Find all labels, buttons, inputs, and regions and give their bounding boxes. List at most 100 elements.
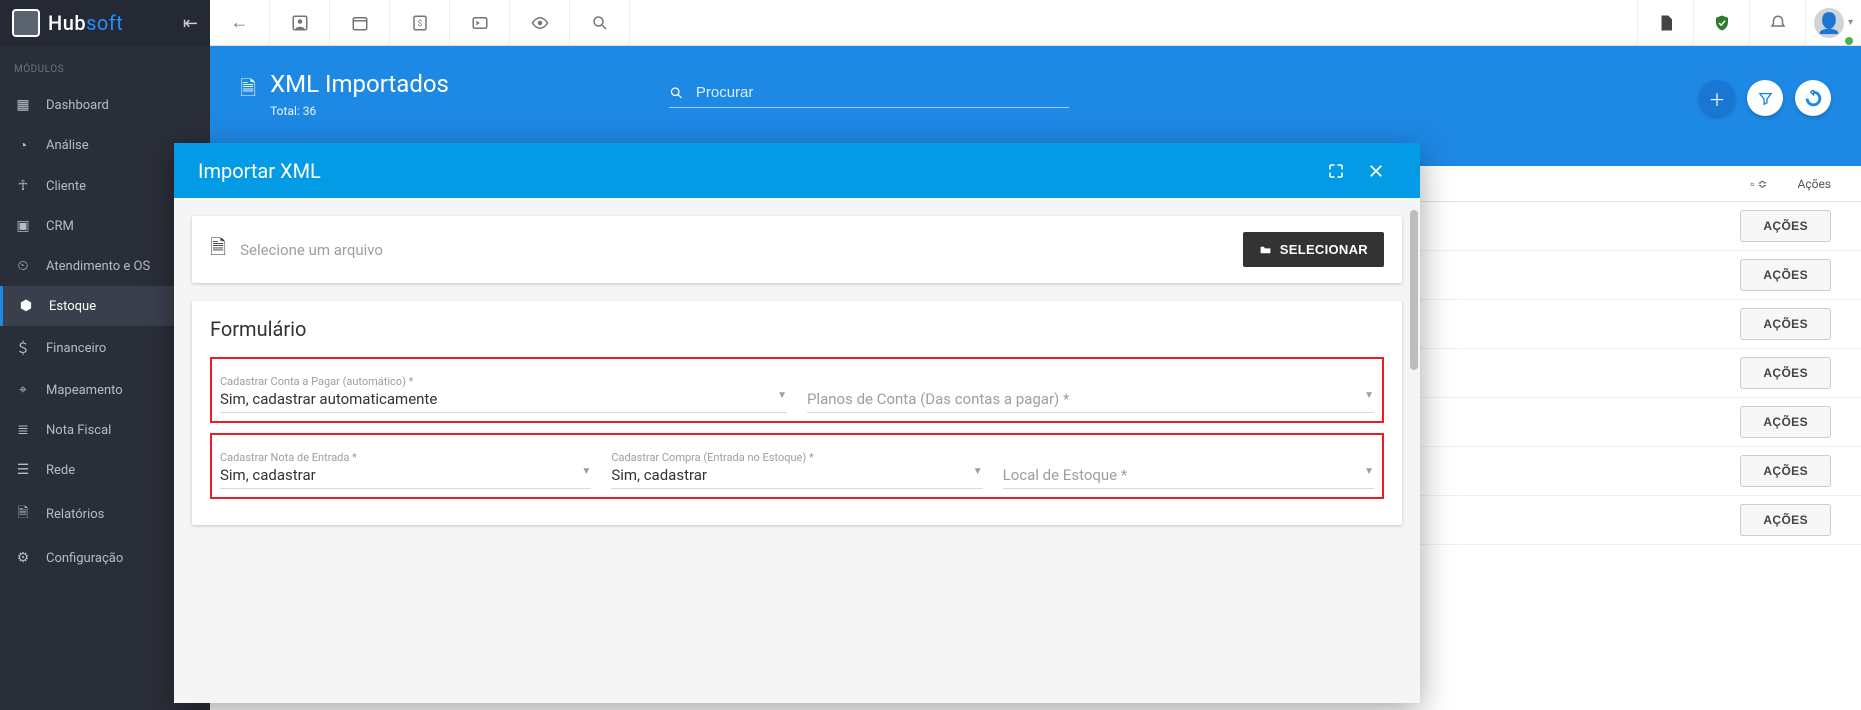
page-subtitle: Total: 36	[270, 104, 449, 118]
field-planos-de-conta[interactable]: Planos de Conta (Das contas a pagar) * ▼	[807, 365, 1374, 413]
row-actions-button[interactable]: AÇÕES	[1740, 259, 1831, 291]
form-group-contas: Cadastrar Conta a Pagar (automático) * S…	[210, 357, 1384, 423]
refresh-icon	[1805, 90, 1822, 107]
collapse-sidebar-icon[interactable]: ⇤	[183, 13, 198, 34]
chevron-down-icon: ▼	[1364, 466, 1374, 484]
sidebar-item-dashboard[interactable]: ▦ Dashboard	[0, 85, 210, 125]
chevron-down-icon: ▼	[777, 390, 787, 408]
clock-icon: ⏲	[14, 258, 32, 274]
search-button[interactable]	[570, 0, 630, 45]
logo-icon	[12, 9, 40, 37]
top-header: ← $ 👤 ▾	[210, 0, 1861, 46]
field-label: Cadastrar Conta a Pagar (automático) *	[220, 375, 787, 388]
field-local-estoque[interactable]: Local de Estoque * ▼	[1003, 441, 1374, 489]
logo-bar: Hubsoft ⇤	[0, 0, 210, 46]
col-sort-hint[interactable]: ▫ ≎	[1750, 177, 1767, 191]
field-value: Sim, cadastrar ▼	[220, 466, 591, 484]
close-icon	[1367, 162, 1385, 180]
map-pin-icon: ⌖	[14, 382, 32, 398]
modules-label: MÓDULOS	[0, 46, 210, 85]
chevron-down-icon: ▼	[1364, 390, 1374, 408]
calendar-button[interactable]	[330, 0, 390, 45]
money-icon: ＄	[14, 338, 32, 358]
row-actions-button[interactable]: AÇÕES	[1740, 210, 1831, 242]
sidebar-item-label: Relatórios	[46, 507, 104, 522]
close-button[interactable]	[1356, 160, 1396, 181]
field-placeholder: Local de Estoque * ▼	[1003, 466, 1374, 484]
bell-icon	[1769, 14, 1787, 32]
calendar-icon	[351, 14, 369, 32]
search-icon	[669, 85, 684, 101]
folder-open-icon	[1259, 243, 1272, 256]
col-actions: Ações	[1797, 177, 1831, 191]
user-menu[interactable]: 👤 ▾	[1805, 0, 1861, 45]
field-cadastrar-conta[interactable]: Cadastrar Conta a Pagar (automático) * S…	[220, 365, 787, 413]
field-compra-estoque[interactable]: Cadastrar Compra (Entrada no Estoque) * …	[611, 441, 982, 489]
row-actions-button[interactable]: AÇÕES	[1740, 455, 1831, 487]
field-label: Cadastrar Nota de Entrada *	[220, 451, 591, 464]
notifications-button[interactable]	[1749, 0, 1805, 45]
billing-button[interactable]: $	[390, 0, 450, 45]
visibility-button[interactable]	[510, 0, 570, 45]
filter-button[interactable]	[1747, 80, 1783, 116]
filter-icon	[1757, 90, 1774, 107]
sidebar-item-label: Atendimento e OS	[46, 259, 150, 274]
sidebar-item-label: Nota Fiscal	[46, 423, 111, 438]
fullscreen-button[interactable]	[1316, 160, 1356, 181]
terminal-icon	[471, 14, 489, 32]
sidebar-item-label: Cliente	[46, 179, 86, 194]
pdf-button[interactable]	[1637, 0, 1693, 45]
row-actions-button[interactable]: AÇÕES	[1740, 504, 1831, 536]
sidebar-item-label: Dashboard	[46, 98, 109, 113]
modal-header: Importar XML	[174, 143, 1420, 198]
back-button[interactable]: ←	[210, 0, 270, 45]
pdf-icon	[1657, 14, 1675, 32]
sidebar-item-label: CRM	[46, 219, 74, 234]
gear-icon: ⚙	[14, 550, 32, 566]
refresh-button[interactable]	[1795, 80, 1831, 116]
user-quick-button[interactable]	[270, 0, 330, 45]
form-card: Formulário Cadastrar Conta a Pagar (auto…	[192, 301, 1402, 525]
page-search[interactable]	[669, 84, 1069, 108]
shield-check-icon	[1713, 14, 1731, 32]
row-actions-button[interactable]: AÇÕES	[1740, 406, 1831, 438]
crm-icon: ▣	[14, 218, 32, 234]
sidebar-item-label: Mapeamento	[46, 383, 123, 398]
avatar-icon: 👤	[1814, 8, 1844, 38]
file-picker-card: 🗎 Selecione um arquivo SELECIONAR	[192, 216, 1402, 283]
sidebar-item-label: Financeiro	[46, 341, 106, 356]
network-icon: ☰	[14, 462, 32, 478]
dollar-page-icon: $	[411, 14, 429, 32]
search-input[interactable]	[696, 84, 1069, 101]
field-nota-entrada[interactable]: Cadastrar Nota de Entrada * Sim, cadastr…	[220, 441, 591, 489]
logo-text: Hubsoft	[48, 11, 123, 35]
page-title: XML Importados	[270, 70, 449, 98]
add-button[interactable]: ＋	[1699, 80, 1735, 116]
user-icon: ☥	[14, 178, 32, 194]
modal-body: 🗎 Selecione um arquivo SELECIONAR Formul…	[174, 198, 1420, 703]
page-icon: 🗎	[240, 74, 256, 108]
terminal-button[interactable]	[450, 0, 510, 45]
select-file-label: SELECIONAR	[1280, 242, 1368, 257]
eye-icon	[531, 14, 549, 32]
chevron-down-icon: ▼	[581, 466, 591, 484]
shield-check-button[interactable]	[1693, 0, 1749, 45]
file-placeholder: Selecione um arquivo	[240, 241, 1229, 259]
receipt-icon: ≣	[14, 422, 32, 438]
select-file-button[interactable]: SELECIONAR	[1243, 232, 1384, 267]
fullscreen-icon	[1327, 162, 1345, 180]
field-value: Sim, cadastrar ▼	[611, 466, 982, 484]
user-square-icon	[291, 14, 309, 32]
field-placeholder: Planos de Conta (Das contas a pagar) * ▼	[807, 390, 1374, 408]
form-title: Formulário	[210, 317, 1384, 341]
online-status-dot	[1845, 37, 1853, 45]
box-icon: ⬢	[17, 298, 35, 314]
dashboard-icon: ▦	[14, 97, 32, 113]
field-value: Sim, cadastrar automaticamente ▼	[220, 390, 787, 408]
row-actions-button[interactable]: AÇÕES	[1740, 308, 1831, 340]
search-icon	[591, 14, 609, 32]
sidebar-item-label: Análise	[46, 138, 89, 153]
scrollbar-thumb[interactable]	[1410, 210, 1418, 370]
row-actions-button[interactable]: AÇÕES	[1740, 357, 1831, 389]
sidebar-item-label: Estoque	[49, 299, 96, 314]
